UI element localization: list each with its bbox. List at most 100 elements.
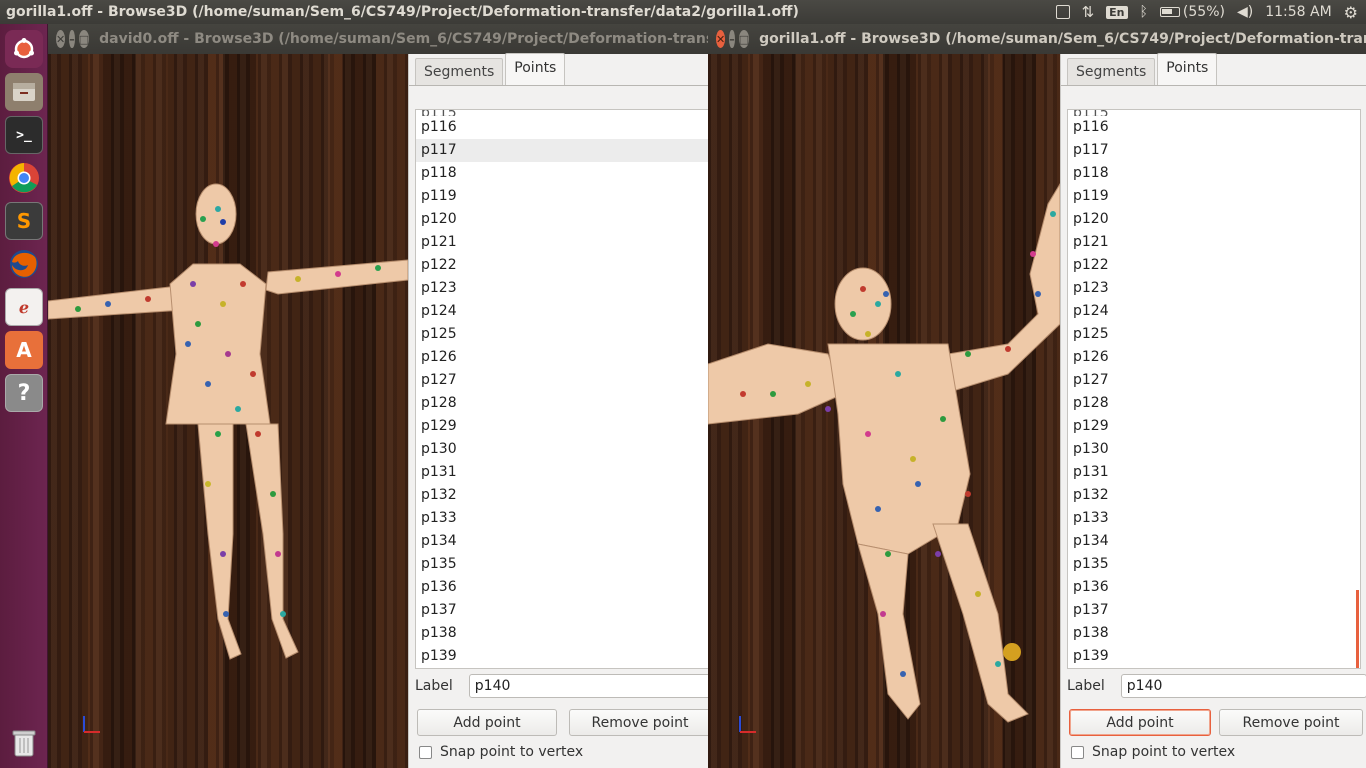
- tab-segments[interactable]: Segments: [1067, 58, 1156, 85]
- firefox-icon[interactable]: [5, 245, 43, 283]
- list-item[interactable]: p122: [1068, 254, 1360, 277]
- list-item[interactable]: p121: [1068, 231, 1360, 254]
- 3d-viewport[interactable]: [48, 54, 408, 768]
- list-item[interactable]: p134: [1068, 530, 1360, 553]
- snap-checkbox[interactable]: [1071, 745, 1084, 759]
- list-item[interactable]: p138: [416, 622, 708, 645]
- help-icon[interactable]: ?: [5, 374, 43, 412]
- list-item[interactable]: p131: [416, 461, 708, 484]
- list-item[interactable]: p126: [1068, 346, 1360, 369]
- gear-icon[interactable]: ⚙: [1344, 3, 1358, 22]
- list-item[interactable]: p136: [1068, 576, 1360, 599]
- label-input[interactable]: p140: [468, 674, 708, 698]
- list-item[interactable]: p125: [1068, 323, 1360, 346]
- add-point-button[interactable]: Add point: [1069, 709, 1211, 736]
- maximize-button[interactable]: □: [738, 30, 750, 48]
- list-item[interactable]: p130: [416, 438, 708, 461]
- remove-point-button[interactable]: Remove point: [1219, 709, 1363, 736]
- snap-checkbox[interactable]: [419, 745, 432, 759]
- list-item[interactable]: p129: [416, 415, 708, 438]
- list-item[interactable]: p121: [416, 231, 708, 254]
- tab-points[interactable]: Points: [505, 53, 566, 85]
- list-item[interactable]: p140: [416, 668, 708, 669]
- keyboard-layout-indicator[interactable]: En: [1106, 5, 1128, 19]
- list-item[interactable]: p128: [1068, 392, 1360, 415]
- list-item[interactable]: p139: [1068, 645, 1360, 668]
- list-item[interactable]: p134: [416, 530, 708, 553]
- software-center-icon[interactable]: A: [5, 331, 43, 369]
- snap-to-vertex-option[interactable]: Snap point to vertex: [1071, 744, 1235, 760]
- ubuntu-dash-icon[interactable]: [5, 30, 43, 68]
- list-item[interactable]: p136: [416, 576, 708, 599]
- list-item[interactable]: p132: [1068, 484, 1360, 507]
- list-item[interactable]: p118: [416, 162, 708, 185]
- list-item[interactable]: p138: [1068, 622, 1360, 645]
- window-titlebar[interactable]: ✕ – □ gorilla1.off - Browse3D (/home/sum…: [708, 24, 1366, 54]
- list-item[interactable]: p129: [1068, 415, 1360, 438]
- list-item[interactable]: p117: [1068, 139, 1360, 162]
- document-viewer-icon[interactable]: ℯ: [5, 288, 43, 326]
- list-item[interactable]: p119: [1068, 185, 1360, 208]
- list-item[interactable]: p116: [416, 116, 708, 139]
- list-item[interactable]: p127: [416, 369, 708, 392]
- clock[interactable]: 11:58 AM: [1265, 4, 1331, 20]
- list-item[interactable]: p124: [1068, 300, 1360, 323]
- list-item[interactable]: p123: [1068, 277, 1360, 300]
- label-input[interactable]: p140: [1120, 674, 1366, 698]
- list-item[interactable]: p128: [416, 392, 708, 415]
- list-item[interactable]: p124: [416, 300, 708, 323]
- window-titlebar[interactable]: ✕ – □ david0.off - Browse3D (/home/suman…: [48, 24, 708, 54]
- label-caption: Label: [415, 678, 453, 694]
- trash-icon[interactable]: [5, 724, 43, 762]
- close-button[interactable]: ✕: [716, 30, 726, 48]
- list-item[interactable]: p119: [416, 185, 708, 208]
- list-item[interactable]: p135: [416, 553, 708, 576]
- tab-points[interactable]: Points: [1157, 53, 1218, 85]
- battery-icon: [1159, 7, 1180, 17]
- dropbox-icon[interactable]: [1055, 5, 1070, 19]
- list-item[interactable]: p125: [416, 323, 708, 346]
- list-item[interactable]: p131: [1068, 461, 1360, 484]
- list-item[interactable]: p116: [1068, 116, 1360, 139]
- add-point-button[interactable]: Add point: [417, 709, 557, 736]
- snap-label: Snap point to vertex: [1092, 744, 1236, 760]
- list-item[interactable]: p126: [416, 346, 708, 369]
- list-item[interactable]: p137: [1068, 599, 1360, 622]
- tab-segments[interactable]: Segments: [415, 58, 504, 85]
- list-item[interactable]: p137: [416, 599, 708, 622]
- list-item[interactable]: p133: [1068, 507, 1360, 530]
- points-list[interactable]: p115 p116p117p118p119p120p121p122p123p12…: [415, 109, 708, 669]
- minimize-button[interactable]: –: [69, 30, 75, 48]
- list-item[interactable]: p123: [416, 277, 708, 300]
- battery-indicator[interactable]: (55%): [1159, 4, 1225, 20]
- sublime-icon[interactable]: S: [5, 202, 43, 240]
- points-list[interactable]: p115 p116p117p118p119p120p121p122p123p12…: [1067, 109, 1361, 669]
- list-item[interactable]: p133: [416, 507, 708, 530]
- maximize-button[interactable]: □: [78, 30, 90, 48]
- list-item[interactable]: p118: [1068, 162, 1360, 185]
- files-icon[interactable]: [5, 73, 43, 111]
- snap-label: Snap point to vertex: [440, 744, 584, 760]
- list-item[interactable]: p130: [1068, 438, 1360, 461]
- remove-point-button[interactable]: Remove point: [569, 709, 708, 736]
- list-item[interactable]: p122: [416, 254, 708, 277]
- list-item[interactable]: p127: [1068, 369, 1360, 392]
- 3d-viewport[interactable]: [708, 54, 1060, 768]
- list-item[interactable]: p140: [1068, 668, 1360, 669]
- volume-icon[interactable]: ◀): [1237, 4, 1253, 20]
- minimize-button[interactable]: –: [729, 30, 735, 48]
- list-item[interactable]: p120: [1068, 208, 1360, 231]
- scrollbar[interactable]: [1356, 590, 1359, 668]
- network-icon[interactable]: ⇅: [1082, 3, 1095, 21]
- close-button[interactable]: ✕: [56, 30, 66, 48]
- list-item[interactable]: p117: [416, 139, 708, 162]
- bluetooth-icon[interactable]: ᛒ: [1140, 4, 1148, 20]
- list-item[interactable]: p135: [1068, 553, 1360, 576]
- top-panel: gorilla1.off - Browse3D (/home/suman/Sem…: [0, 0, 1366, 24]
- list-item[interactable]: p120: [416, 208, 708, 231]
- chrome-icon[interactable]: [5, 159, 43, 197]
- list-item[interactable]: p132: [416, 484, 708, 507]
- snap-to-vertex-option[interactable]: Snap point to vertex: [419, 744, 583, 760]
- list-item[interactable]: p139: [416, 645, 708, 668]
- terminal-icon[interactable]: >_: [5, 116, 43, 154]
